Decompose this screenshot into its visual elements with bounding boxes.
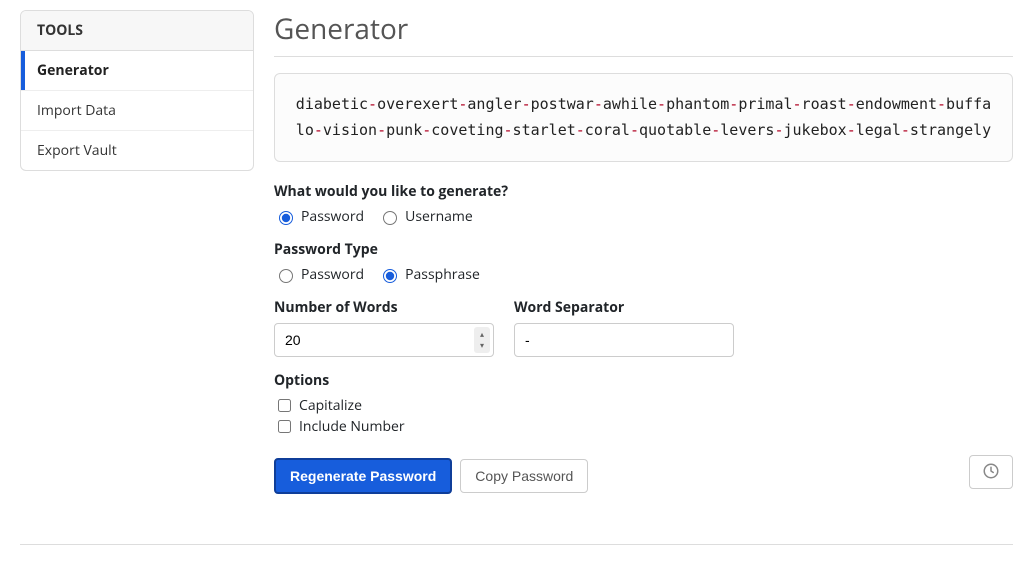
password-type-label: Password Type [274,240,1013,259]
output-separator: - [847,95,856,113]
chevron-down-icon: ▾ [480,340,484,351]
output-separator: - [368,95,377,113]
output-separator: - [314,121,323,139]
output-separator: - [522,95,531,113]
num-words-label: Number of Words [274,298,494,317]
checkbox-capitalize-text: Capitalize [299,396,362,415]
radio-gen-username[interactable] [383,211,397,225]
radio-gen-username-label[interactable]: Username [378,207,473,226]
output-word: levers [720,121,774,139]
regenerate-button[interactable]: Regenerate Password [274,458,452,494]
checkbox-include-number-text: Include Number [299,417,405,436]
output-word: roast [802,95,847,113]
output-word: quotable [639,121,711,139]
output-word: overexert [377,95,458,113]
output-separator: - [576,121,585,139]
sidebar-header: TOOLS [21,11,253,51]
radio-gen-password-text: Password [301,207,364,226]
output-separator: - [504,121,513,139]
output-word: endowment [856,95,937,113]
output-separator: - [901,121,910,139]
radio-gen-password[interactable] [279,211,293,225]
output-separator: - [657,95,666,113]
generate-type-label: What would you like to generate? [274,182,1013,201]
radio-type-passphrase-label[interactable]: Passphrase [378,265,480,284]
radio-type-passphrase[interactable] [383,269,397,283]
checkbox-include-number-label[interactable]: Include Number [274,417,1013,436]
password-type-group: Password Type Password Passphrase [274,240,1013,284]
title-divider [274,56,1013,57]
output-separator: - [630,121,639,139]
tools-card: TOOLS Generator Import Data Export Vault [20,10,254,171]
sidebar-item-label: Import Data [37,101,116,120]
output-word: vision [323,121,377,139]
output-word: angler [467,95,521,113]
radio-gen-password-label[interactable]: Password [274,207,364,226]
num-words-group: Number of Words ▴ ▾ [274,298,494,357]
clock-icon [982,462,1000,483]
options-label: Options [274,371,1013,390]
sidebar-item-generator[interactable]: Generator [21,51,253,91]
radio-type-password-text: Password [301,265,364,284]
sidebar-item-label: Generator [37,61,109,80]
radio-type-passphrase-text: Passphrase [405,265,480,284]
output-word: jukebox [783,121,846,139]
checkbox-capitalize[interactable] [278,399,291,412]
output-word: phantom [666,95,729,113]
output-separator: - [711,121,720,139]
generate-type-group: What would you like to generate? Passwor… [274,182,1013,226]
output-word: coral [585,121,630,139]
output-word: coveting [431,121,503,139]
word-sep-label: Word Separator [514,298,734,317]
num-words-stepper[interactable]: ▴ ▾ [474,327,490,353]
output-word: postwar [531,95,594,113]
output-word: strangely [910,121,991,139]
main: Generator diabetic-overexert-angler-post… [254,10,1013,494]
output-word: awhile [603,95,657,113]
checkbox-capitalize-label[interactable]: Capitalize [274,396,1013,415]
sidebar-item-import[interactable]: Import Data [21,91,253,131]
output-separator: - [422,121,431,139]
copy-button[interactable]: Copy Password [460,459,588,493]
output-word: primal [738,95,792,113]
output-word: legal [856,121,901,139]
output-separator: - [594,95,603,113]
output-separator: - [847,121,856,139]
radio-type-password[interactable] [279,269,293,283]
checkbox-include-number[interactable] [278,420,291,433]
radio-gen-username-text: Username [405,207,473,226]
output-word: diabetic [296,95,368,113]
history-button[interactable] [969,455,1013,489]
num-words-input[interactable] [274,323,494,357]
options-group: Options Capitalize Include Number [274,371,1013,436]
sidebar-item-label: Export Vault [37,141,117,160]
output-separator: - [377,121,386,139]
generated-output: diabetic-overexert-angler-postwar-awhile… [274,73,1013,162]
sidebar-item-export[interactable]: Export Vault [21,131,253,170]
radio-type-password-label[interactable]: Password [274,265,364,284]
output-word: punk [386,121,422,139]
word-sep-input[interactable] [514,323,734,357]
sidebar: TOOLS Generator Import Data Export Vault [20,10,254,494]
footer-divider [20,544,1013,545]
output-word: starlet [513,121,576,139]
page-title: Generator [274,10,1013,48]
chevron-up-icon: ▴ [480,329,484,340]
output-separator: - [729,95,738,113]
output-separator: - [937,95,946,113]
output-separator: - [793,95,802,113]
word-sep-group: Word Separator [514,298,734,357]
